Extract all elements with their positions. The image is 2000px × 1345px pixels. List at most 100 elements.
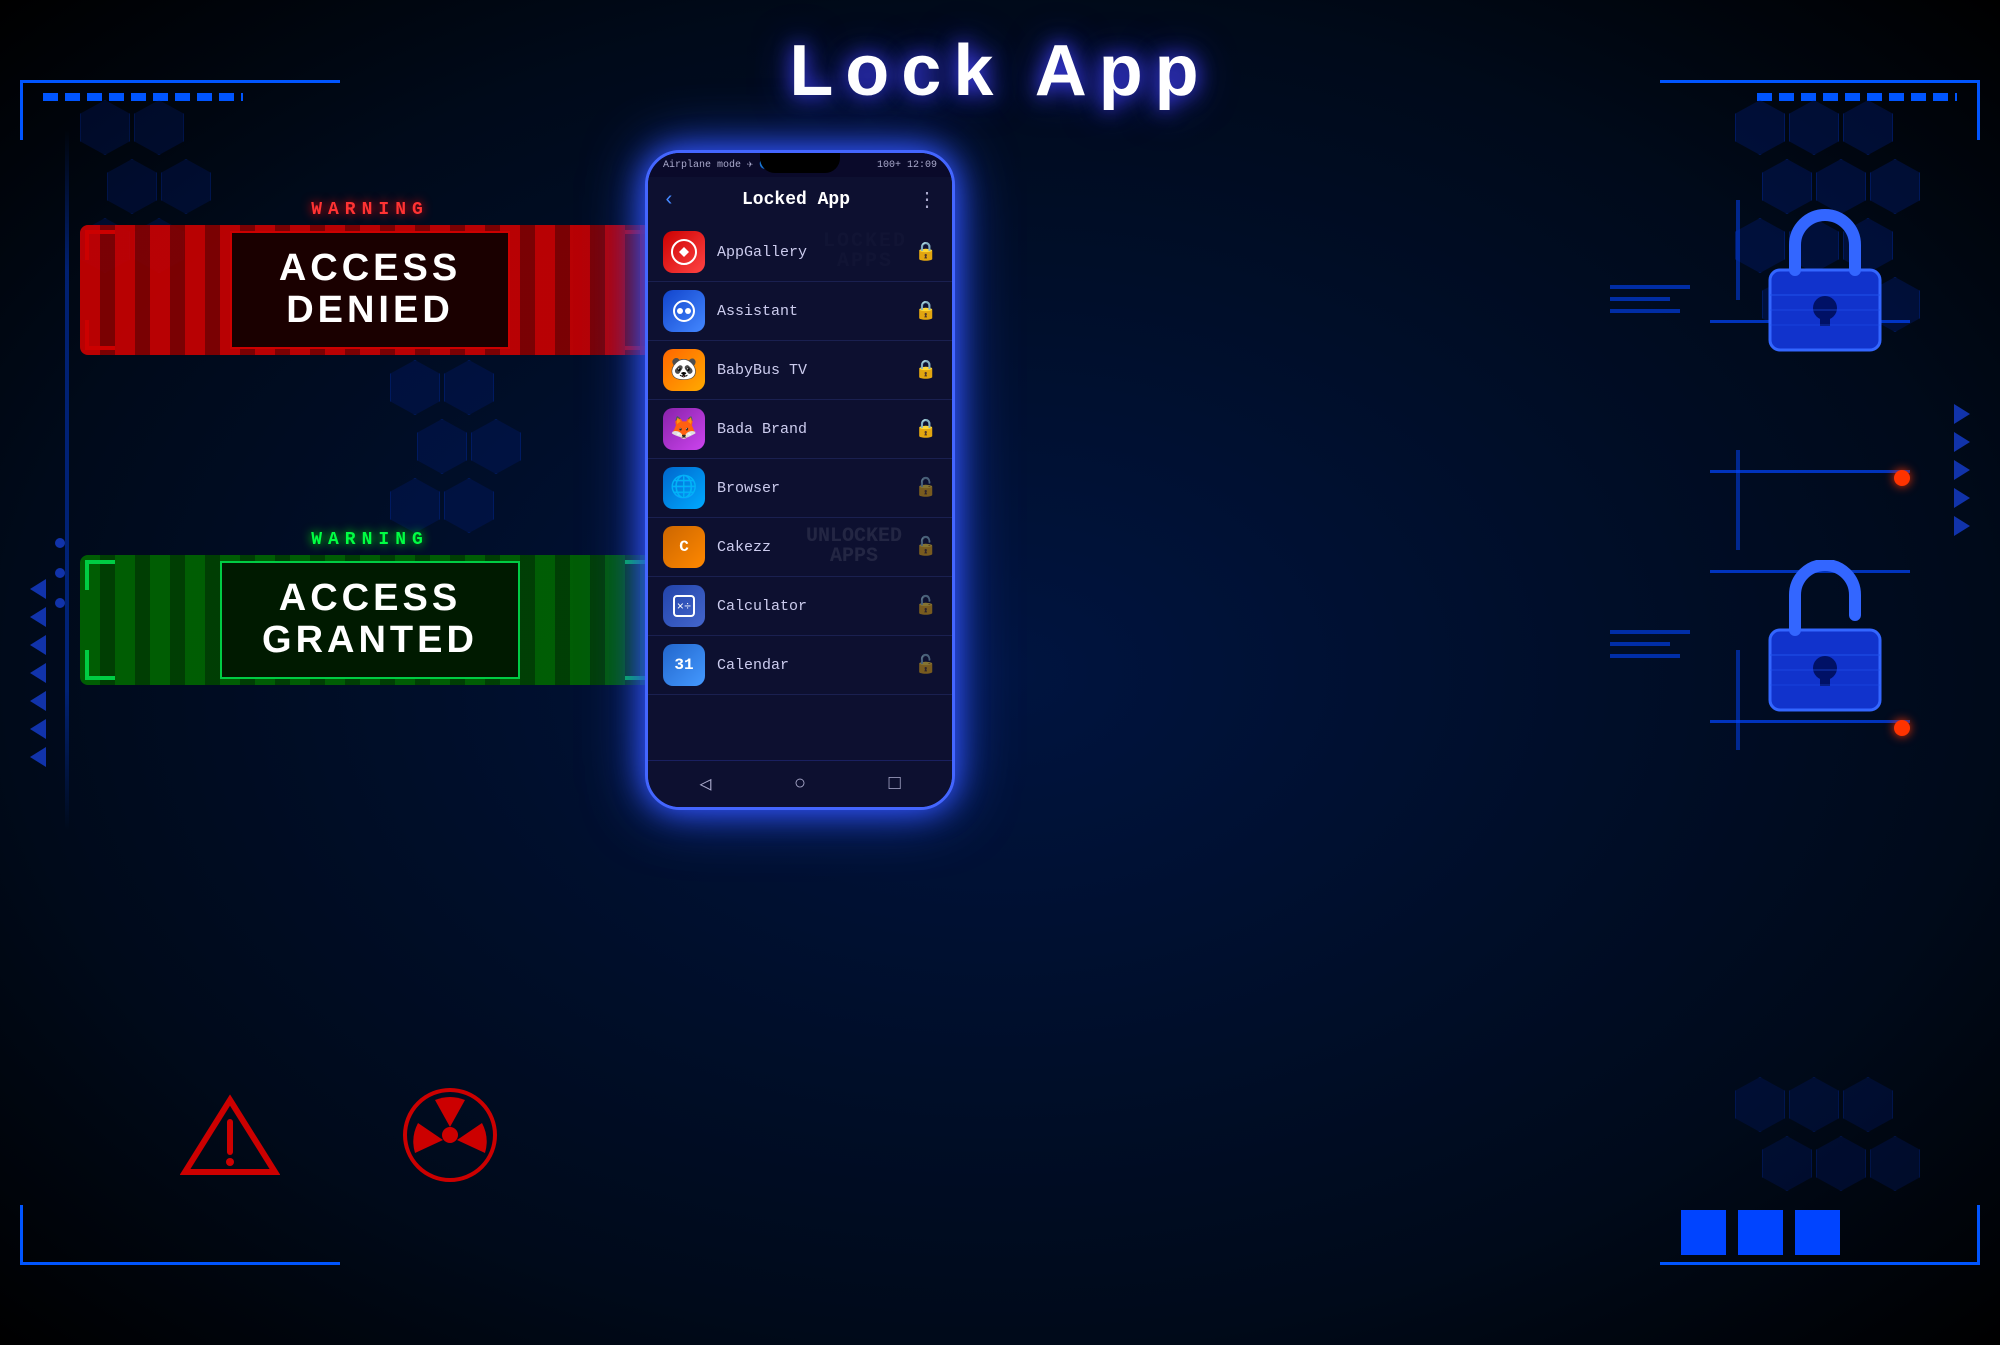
hex-cell bbox=[1843, 100, 1893, 155]
banner-center-denied: ACCESS DENIED bbox=[230, 231, 510, 349]
locked-padlock-area bbox=[1750, 200, 1900, 365]
hex-cell bbox=[1735, 1077, 1785, 1132]
dot-3 bbox=[55, 598, 65, 608]
recent-nav-button[interactable]: □ bbox=[889, 773, 901, 796]
dot-red-top bbox=[1894, 470, 1910, 486]
app-name-babybus: BabyBus TV bbox=[717, 362, 915, 379]
app-icon-browser: 🌐 bbox=[663, 467, 705, 509]
hex-grid-left-center bbox=[390, 360, 521, 537]
phone-nav-bar: ‹ Locked App ⋮ bbox=[648, 177, 952, 223]
hex-cell bbox=[471, 419, 521, 474]
bracket-tl bbox=[85, 230, 115, 260]
hex-cell bbox=[1735, 100, 1785, 155]
status-right: 100+ 12:09 bbox=[877, 160, 937, 171]
back-button[interactable]: ‹ bbox=[663, 189, 675, 212]
app-item-browser[interactable]: 🌐 Browser 🔓 bbox=[648, 459, 952, 518]
hex-cell bbox=[390, 360, 440, 415]
chevron-r-2 bbox=[1954, 432, 1970, 452]
svg-text:×÷: ×÷ bbox=[677, 600, 691, 614]
unlocked-padlock-icon bbox=[1750, 560, 1900, 720]
hex-cell bbox=[417, 419, 467, 474]
hex-cell bbox=[1762, 1136, 1812, 1191]
page-title: Lock App bbox=[789, 30, 1210, 112]
app-icon-calculator: ×÷ bbox=[663, 585, 705, 627]
app-icon-cakezz: C bbox=[663, 526, 705, 568]
chevron-r-1 bbox=[1954, 404, 1970, 424]
chevron-3 bbox=[30, 635, 46, 655]
right-vbar-3 bbox=[1736, 650, 1740, 750]
hex-cell bbox=[444, 360, 494, 415]
app-item-calendar[interactable]: 31 Calendar 🔓 bbox=[648, 636, 952, 695]
bracket-tl-g bbox=[85, 560, 115, 590]
app-name-browser: Browser bbox=[717, 480, 915, 497]
chevron-r-5 bbox=[1954, 516, 1970, 536]
back-nav-button[interactable]: ◁ bbox=[699, 771, 711, 797]
app-icon-babybus: 🐼 bbox=[663, 349, 705, 391]
phone-bottom-nav: ◁ ○ □ bbox=[648, 760, 952, 807]
right-chevrons bbox=[1954, 404, 1970, 536]
left-chevrons bbox=[30, 579, 46, 767]
hud-line-1 bbox=[1610, 285, 1690, 289]
lock-icon-browser: 🔓 bbox=[915, 477, 937, 499]
hud-line-2 bbox=[1610, 297, 1670, 301]
app-name-bada: Bada Brand bbox=[717, 421, 915, 438]
app-item-cakezz[interactable]: C Cakezz UNLOCKEDAPPS 🔓 bbox=[648, 518, 952, 577]
access-denied-banner: ACCESS DENIED bbox=[80, 225, 660, 355]
chevron-5 bbox=[30, 691, 46, 711]
app-item-bada[interactable]: 🦊 Bada Brand 🔒 bbox=[648, 400, 952, 459]
menu-button[interactable]: ⋮ bbox=[917, 187, 937, 213]
app-icon-assistant bbox=[663, 290, 705, 332]
blue-square-3 bbox=[1795, 1210, 1840, 1255]
airplane-mode-text: Airplane mode ✈ 🔵 bbox=[663, 159, 772, 171]
unlocked-padlock-area bbox=[1750, 560, 1900, 725]
bracket-bl-g bbox=[85, 650, 115, 680]
status-left: Airplane mode ✈ 🔵 bbox=[663, 159, 772, 171]
hex-cell bbox=[1816, 1136, 1866, 1191]
triangle-warning-icon bbox=[180, 1092, 280, 1179]
app-item-assistant[interactable]: Assistant 🔒 bbox=[648, 282, 952, 341]
blue-square-2 bbox=[1738, 1210, 1783, 1255]
chevron-4 bbox=[30, 663, 46, 683]
lock-icon-calendar: 🔓 bbox=[915, 654, 937, 676]
right-vbar-2 bbox=[1736, 450, 1740, 550]
warning-icons-area bbox=[180, 1085, 500, 1185]
hud-lines-right bbox=[1610, 285, 1690, 321]
hex-cell bbox=[444, 478, 494, 533]
access-granted-text: ACCESS GRANTED bbox=[262, 578, 478, 662]
right-vbar-1 bbox=[1736, 200, 1740, 300]
bottom-blue-squares bbox=[1681, 1210, 1840, 1255]
hex-cell bbox=[80, 100, 130, 155]
app-icon-bada: 🦊 bbox=[663, 408, 705, 450]
lock-icon-cakezz: 🔓 bbox=[915, 536, 937, 558]
hud-line-4 bbox=[1610, 630, 1690, 634]
camera-notch bbox=[760, 153, 840, 173]
app-icon-calendar: 31 bbox=[663, 644, 705, 686]
hex-grid-bottom-right bbox=[1735, 1077, 1920, 1195]
left-dots bbox=[55, 538, 65, 608]
chevron-6 bbox=[30, 719, 46, 739]
app-name-assistant: Assistant bbox=[717, 303, 915, 320]
bracket-bl bbox=[85, 320, 115, 350]
left-vertical-bar bbox=[65, 130, 69, 830]
phone-mockup: Airplane mode ✈ 🔵 100+ 12:09 ‹ Locked Ap… bbox=[645, 150, 955, 810]
app-name-calculator: Calculator bbox=[717, 598, 915, 615]
lock-icon-assistant: 🔒 bbox=[915, 300, 937, 322]
lock-icon-calculator: 🔓 bbox=[915, 595, 937, 617]
hex-cell bbox=[1789, 1077, 1839, 1132]
dot-1 bbox=[55, 538, 65, 548]
lock-icon-babybus: 🔒 bbox=[915, 359, 937, 381]
warning-label-denied: WARNING bbox=[80, 200, 660, 220]
home-nav-button[interactable]: ○ bbox=[794, 773, 806, 796]
hex-cell bbox=[1870, 1136, 1920, 1191]
phone-app-list: AppGallery LOCKEDAPPS 🔒 Assistant 🔒 🐼 Ba… bbox=[648, 223, 952, 760]
app-item-babybus[interactable]: 🐼 BabyBus TV 🔒 bbox=[648, 341, 952, 400]
chevron-r-3 bbox=[1954, 460, 1970, 480]
dot-2 bbox=[55, 568, 65, 578]
dot-red-bottom bbox=[1894, 720, 1910, 736]
app-item-appgallery[interactable]: AppGallery LOCKEDAPPS 🔒 bbox=[648, 223, 952, 282]
chevron-7 bbox=[30, 747, 46, 767]
hex-cell bbox=[390, 478, 440, 533]
access-denied-section: WARNING ACCESS DENIED bbox=[80, 200, 660, 355]
hex-cell bbox=[1843, 1077, 1893, 1132]
app-item-calculator[interactable]: ×÷ Calculator 🔓 bbox=[648, 577, 952, 636]
